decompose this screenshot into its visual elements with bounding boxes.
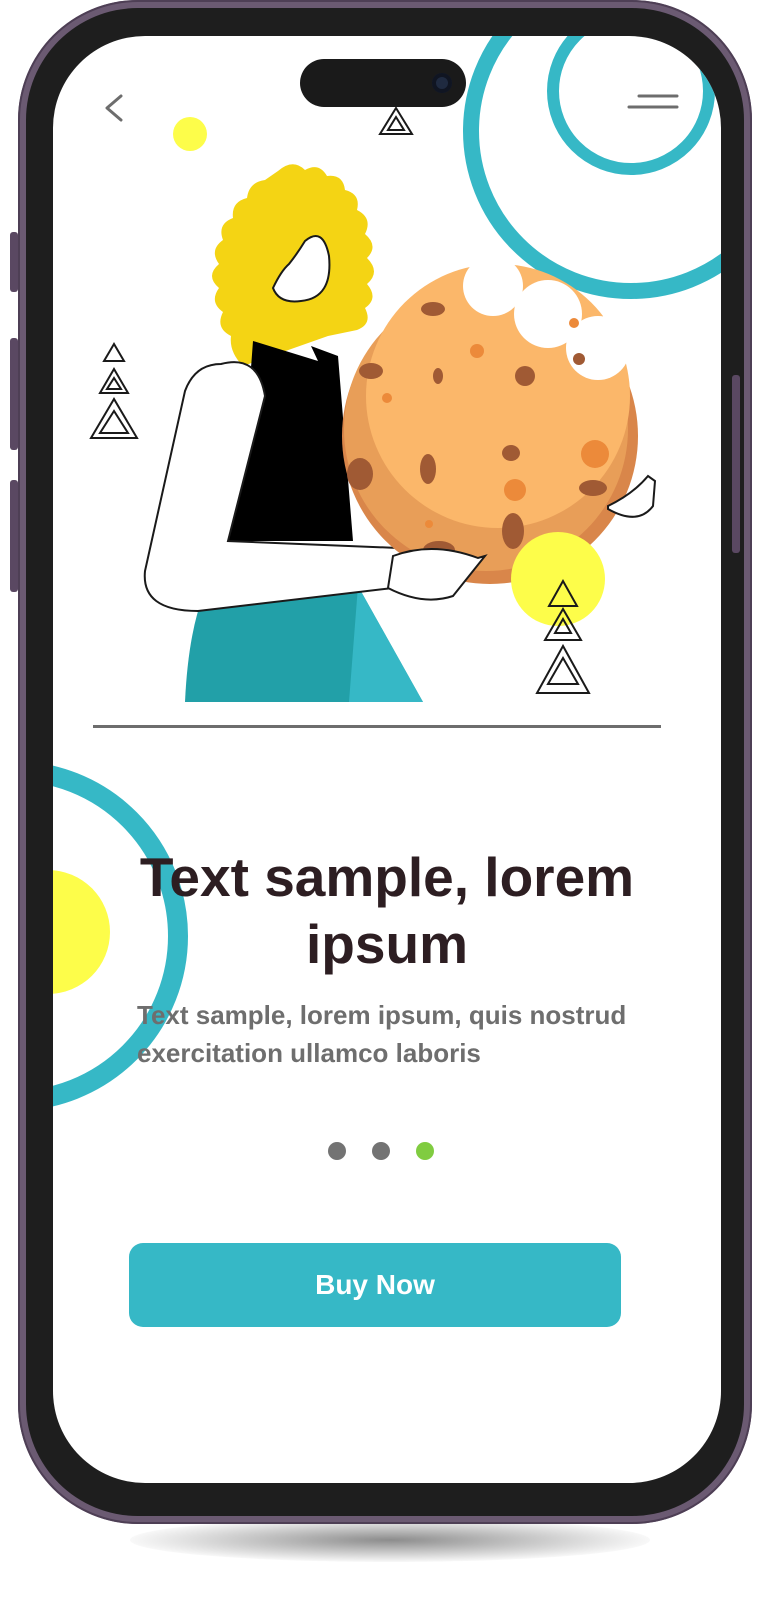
power-button (732, 375, 740, 553)
action-button (10, 232, 18, 292)
triangle-top-icon (378, 106, 414, 135)
triangle-stack-left-icon (89, 342, 139, 439)
camera-icon (432, 73, 452, 93)
buy-now-button[interactable]: Buy Now (129, 1243, 621, 1327)
woman-hand-left (386, 548, 488, 601)
page-indicator (328, 1142, 434, 1160)
app-screen: Text sample, lorem ipsum Text sample, lo… (53, 36, 721, 1483)
volume-up-button (10, 338, 18, 450)
cookie-bite-1 (463, 256, 523, 316)
menu-button[interactable] (621, 86, 681, 122)
woman-skirt-highlight (349, 586, 423, 702)
page-description: Text sample, lorem ipsum, quis nostrud e… (137, 1000, 627, 1068)
yellow-circle-right (511, 532, 605, 626)
page-dot-2[interactable] (372, 1142, 390, 1160)
page-title: Text sample, lorem ipsum (139, 846, 635, 975)
menu-icon (627, 94, 679, 109)
dynamic-island (300, 59, 466, 107)
chevron-left-icon (105, 94, 123, 122)
cookie-bite-4 (601, 302, 649, 350)
yellow-dot-small (173, 117, 207, 151)
cookie-illustration (89, 36, 721, 702)
page-dot-3-active[interactable] (416, 1142, 434, 1160)
device-shadow (130, 1518, 650, 1562)
page-dot-1[interactable] (328, 1142, 346, 1160)
back-button[interactable] (93, 86, 137, 130)
volume-down-button (10, 480, 18, 592)
